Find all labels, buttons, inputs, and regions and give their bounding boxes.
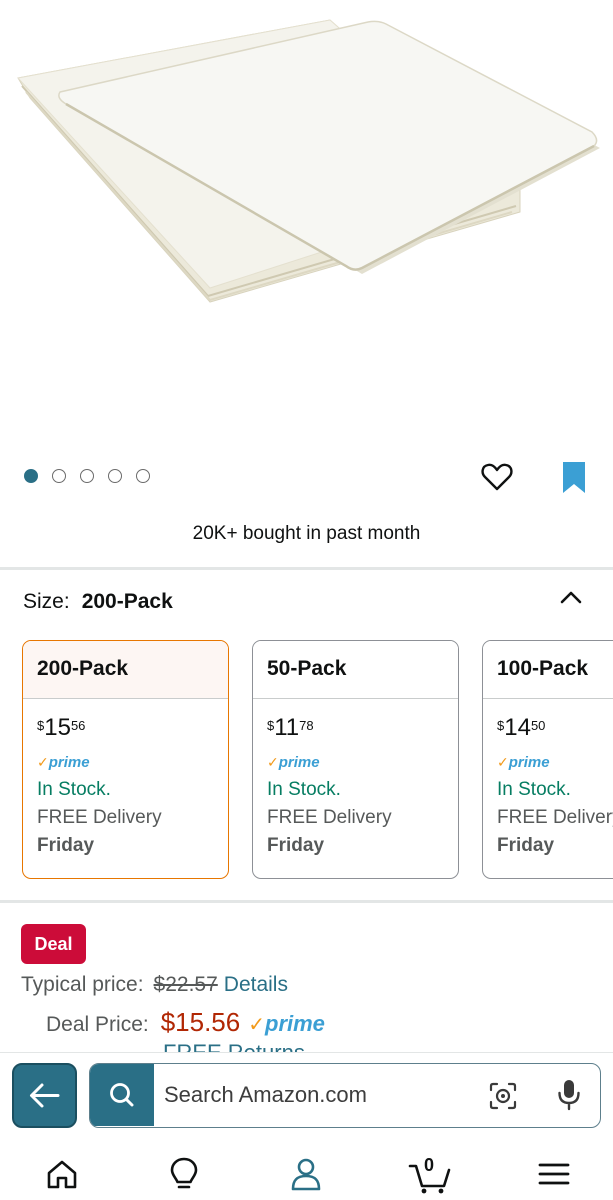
bottom-navigation: 0: [0, 1140, 613, 1200]
delivery-day: Friday: [267, 835, 325, 856]
carousel-dot[interactable]: [52, 469, 66, 483]
nav-account[interactable]: [286, 1154, 326, 1194]
nav-cart[interactable]: 0: [408, 1154, 454, 1194]
price-symbol: $: [497, 718, 505, 733]
delivery-text: FREE Delivery: [37, 807, 162, 828]
size-option-price: $ 14 50: [497, 715, 613, 747]
deal-badge: Deal: [21, 924, 86, 964]
microphone-icon[interactable]: [556, 1078, 582, 1112]
size-option-price: $ 15 56: [37, 715, 228, 747]
image-carousel-dots: [24, 469, 150, 483]
size-option-name: 50-Pack: [253, 641, 458, 699]
prime-check-icon: ✓: [497, 753, 509, 770]
price-fraction: 50: [530, 718, 546, 733]
delivery-day: Friday: [497, 835, 555, 856]
carousel-dot[interactable]: [80, 469, 94, 483]
size-selector-header: Size: 200-Pack: [23, 590, 173, 614]
prime-check-icon: ✓: [37, 753, 49, 770]
heart-icon[interactable]: [480, 460, 514, 494]
price-whole: 11: [274, 714, 300, 741]
delivery-text: FREE Delivery: [497, 807, 613, 828]
size-option-price: $ 11 78: [267, 715, 458, 747]
prime-text: prime: [265, 1011, 325, 1036]
search-icon: [110, 1083, 134, 1107]
hamburger-menu-icon: [538, 1163, 570, 1185]
price-symbol: $: [267, 718, 275, 733]
typical-price-value: $22.57: [153, 973, 218, 996]
search-button[interactable]: [90, 1064, 154, 1126]
size-label: Size:: [23, 590, 70, 613]
camera-scan-icon[interactable]: [488, 1081, 518, 1111]
size-option-name: 200-Pack: [23, 641, 228, 699]
size-option-50-pack[interactable]: 50-Pack $ 11 78 ✓ prime In Stock. FREE De…: [252, 640, 459, 879]
carousel-dot[interactable]: [136, 469, 150, 483]
price-whole: 15: [44, 714, 71, 741]
size-option-200-pack[interactable]: 200-Pack $ 15 56 ✓ prime In Stock. FREE D…: [22, 640, 229, 879]
stock-status: In Stock.: [267, 779, 341, 800]
size-options-carousel[interactable]: 200-Pack $ 15 56 ✓ prime In Stock. FREE D…: [22, 640, 613, 880]
prime-text: prime: [48, 753, 90, 771]
nav-menu[interactable]: [534, 1154, 574, 1194]
laminating-pouches-image: [17, 19, 600, 303]
price-fraction: 78: [299, 718, 314, 733]
section-divider: [0, 567, 613, 570]
price-whole: 14: [504, 714, 531, 741]
product-image[interactable]: [0, 0, 613, 450]
typical-price-label: Typical price:: [21, 973, 144, 996]
search-input[interactable]: [164, 1064, 464, 1126]
details-link[interactable]: Details: [224, 973, 288, 996]
stock-status: In Stock.: [497, 779, 571, 800]
person-icon: [291, 1158, 321, 1191]
bookmark-icon[interactable]: [560, 460, 588, 496]
free-returns-link[interactable]: FREE Returns: [163, 1040, 305, 1052]
prime-text: prime: [508, 753, 550, 771]
size-option-name: 100-Pack: [483, 641, 613, 699]
deal-price-row: Deal Price: $15.56 ✓ prime: [46, 1007, 325, 1038]
chevron-up-icon[interactable]: [558, 586, 584, 608]
arrow-left-icon: [30, 1083, 60, 1108]
prime-badge: ✓ prime: [497, 753, 613, 771]
typical-price-row: Typical price: $22.57 Details: [21, 973, 288, 997]
carousel-dot[interactable]: [24, 469, 38, 483]
delivery-text: FREE Delivery: [267, 807, 392, 828]
delivery-day: Friday: [37, 835, 95, 856]
prime-badge: ✓ prime: [267, 753, 458, 771]
cart-count: 0: [424, 1155, 435, 1175]
lightbulb-icon: [170, 1157, 198, 1189]
size-option-100-pack[interactable]: 100-Pack $ 14 50 ✓ prime In Stock. FREE D…: [482, 640, 613, 879]
stock-status: In Stock.: [37, 779, 111, 800]
back-button[interactable]: [12, 1063, 77, 1128]
bottom-search-bar: [0, 1052, 613, 1140]
prime-check-icon: ✓: [267, 753, 279, 770]
search-field[interactable]: [89, 1063, 601, 1128]
deal-price-label: Deal Price:: [46, 1013, 149, 1036]
prime-check-icon: ✓: [248, 1014, 265, 1036]
carousel-dot[interactable]: [108, 469, 122, 483]
bought-count-text: 20K+ bought in past month: [192, 523, 421, 544]
prime-text: prime: [278, 753, 320, 771]
nav-inspiration[interactable]: [164, 1154, 204, 1194]
size-selected-value: 200-Pack: [81, 590, 173, 613]
deal-price-value: $15.56: [160, 1007, 241, 1037]
price-symbol: $: [37, 718, 45, 733]
nav-home[interactable]: [42, 1154, 82, 1194]
section-divider: [0, 900, 613, 903]
price-fraction: 56: [70, 718, 86, 733]
home-icon: [47, 1160, 77, 1189]
prime-badge: ✓ prime: [37, 753, 228, 771]
